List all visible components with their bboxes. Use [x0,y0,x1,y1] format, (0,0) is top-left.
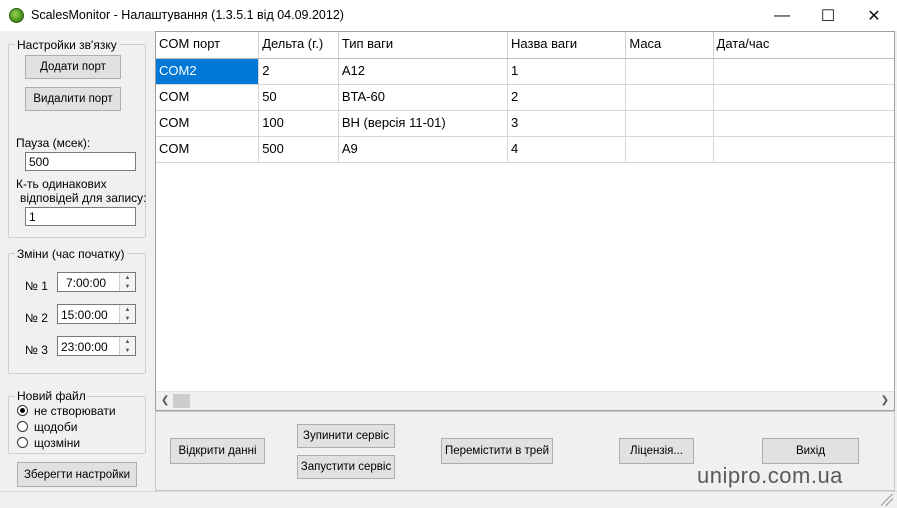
shift-2-time-value: 15:00:00 [61,308,108,322]
move-to-tray-button[interactable]: Перемістити в трей [441,438,553,464]
table-cell[interactable]: COM [156,137,260,162]
status-bar [0,491,897,508]
table-row[interactable]: COM 100 ВН (версія 11-01) 3 [156,111,894,137]
new-file-option-daily-label: щодоби [34,420,78,434]
shift-1-time-value: 7:00:00 [66,276,107,290]
table-row[interactable]: COM 50 BTA-60 2 [156,85,894,111]
table-cell[interactable]: COM2 [156,59,260,84]
connection-settings-label: Настройки зв'язку [15,38,119,52]
new-file-label: Новий файл [15,389,88,403]
exit-button[interactable]: Вихід [762,438,859,464]
table-cell[interactable]: COM [156,85,260,110]
license-button[interactable]: Ліцензія... [619,438,694,464]
table-cell[interactable]: COM [156,111,260,136]
table-row[interactable]: COM 500 A9 4 [156,137,894,163]
radio-selected-icon[interactable] [17,405,28,416]
window-title: ScalesMonitor - Налаштування (1.3.5.1 ві… [31,8,344,22]
table-cell[interactable]: 2 [259,59,339,84]
title-bar: ScalesMonitor - Налаштування (1.3.5.1 ві… [0,0,897,31]
new-file-option-shift[interactable]: щозміни [17,436,142,450]
spin-down-icon[interactable]: ▼ [120,314,135,323]
scroll-right-icon[interactable]: ❯ [881,395,889,406]
table-cell[interactable] [714,111,894,136]
shift-1-time-input[interactable]: 7:00:00 ▲ ▼ [57,272,136,292]
column-header-mass[interactable]: Маса [626,32,714,58]
minimize-button[interactable]: — [759,0,805,31]
same-answers-input[interactable]: 1 [25,207,136,226]
column-header-com-port[interactable]: COM порт [156,32,260,58]
new-file-option-none-label: не створювати [34,404,116,418]
table-cell[interactable] [626,59,714,84]
spin-down-icon[interactable]: ▼ [120,282,135,291]
ports-table[interactable]: COM порт Дельта (г.) Тип ваги Назва ваги… [155,31,895,411]
table-cell[interactable]: 1 [508,59,627,84]
table-cell[interactable] [714,59,894,84]
table-cell[interactable]: A9 [339,137,509,162]
app-icon [9,8,24,23]
shift-3-time-input[interactable]: 23:00:00 ▲ ▼ [57,336,136,356]
close-button[interactable]: ✕ [851,0,897,31]
table-cell[interactable]: 100 [259,111,339,136]
watermark-text: unipro.com.ua [697,463,843,488]
new-file-option-none[interactable]: не створювати [17,404,142,418]
table-cell[interactable]: 2 [508,85,627,110]
column-header-delta[interactable]: Дельта (г.) [259,32,339,58]
new-file-option-shift-label: щозміни [34,436,81,450]
table-cell[interactable]: 50 [259,85,339,110]
table-row[interactable]: COM2 2 A12 1 [156,59,894,85]
scroll-left-icon[interactable]: ❮ [161,395,169,406]
add-port-button[interactable]: Додати порт [25,55,121,79]
maximize-button[interactable]: ☐ [805,0,851,31]
column-header-datetime[interactable]: Дата/час [714,32,894,58]
table-cell[interactable]: A12 [339,59,509,84]
pause-input[interactable]: 500 [25,152,136,171]
table-cell[interactable] [714,85,894,110]
spin-down-icon[interactable]: ▼ [120,346,135,355]
table-cell[interactable] [714,137,894,162]
shift-2-label: № 2 [25,311,48,325]
radio-icon[interactable] [17,437,28,448]
new-file-option-daily[interactable]: щодоби [17,420,142,434]
table-cell[interactable] [626,85,714,110]
scrollbar-thumb[interactable] [173,394,190,408]
table-cell[interactable]: ВН (версія 11-01) [339,111,509,136]
shift-1-spinner[interactable]: ▲ ▼ [119,273,135,291]
radio-icon[interactable] [17,421,28,432]
table-cell[interactable] [626,137,714,162]
table-cell[interactable]: 3 [508,111,627,136]
shift-3-time-value: 23:00:00 [61,340,108,354]
table-cell[interactable]: 4 [508,137,627,162]
column-header-scale-type[interactable]: Тип ваги [339,32,509,58]
shift-2-spinner[interactable]: ▲ ▼ [119,305,135,323]
table-cell[interactable]: BTA-60 [339,85,509,110]
start-service-button[interactable]: Запустити сервіс [297,455,395,479]
open-data-button[interactable]: Відкрити данні [170,438,265,464]
shifts-label: Зміни (час початку) [15,247,127,261]
shift-2-time-input[interactable]: 15:00:00 ▲ ▼ [57,304,136,324]
save-settings-button[interactable]: Зберегти настройки [17,462,137,487]
column-header-scale-name[interactable]: Назва ваги [508,32,627,58]
table-header: COM порт Дельта (г.) Тип ваги Назва ваги… [156,32,894,59]
shift-3-label: № 3 [25,343,48,357]
horizontal-scrollbar[interactable]: ❮ ❯ [156,391,894,410]
pause-label: Пауза (мсек): [16,136,91,150]
resize-grip-icon[interactable] [881,494,893,506]
shift-1-label: № 1 [25,279,48,293]
remove-port-button[interactable]: Видалити порт [25,87,121,111]
same-answers-label-2: відповідей для запису: [20,191,147,205]
table-cell[interactable]: 500 [259,137,339,162]
same-answers-label-1: К-ть одинакових [16,177,107,191]
shift-3-spinner[interactable]: ▲ ▼ [119,337,135,355]
table-cell[interactable] [626,111,714,136]
stop-service-button[interactable]: Зупинити сервіс [297,424,395,448]
